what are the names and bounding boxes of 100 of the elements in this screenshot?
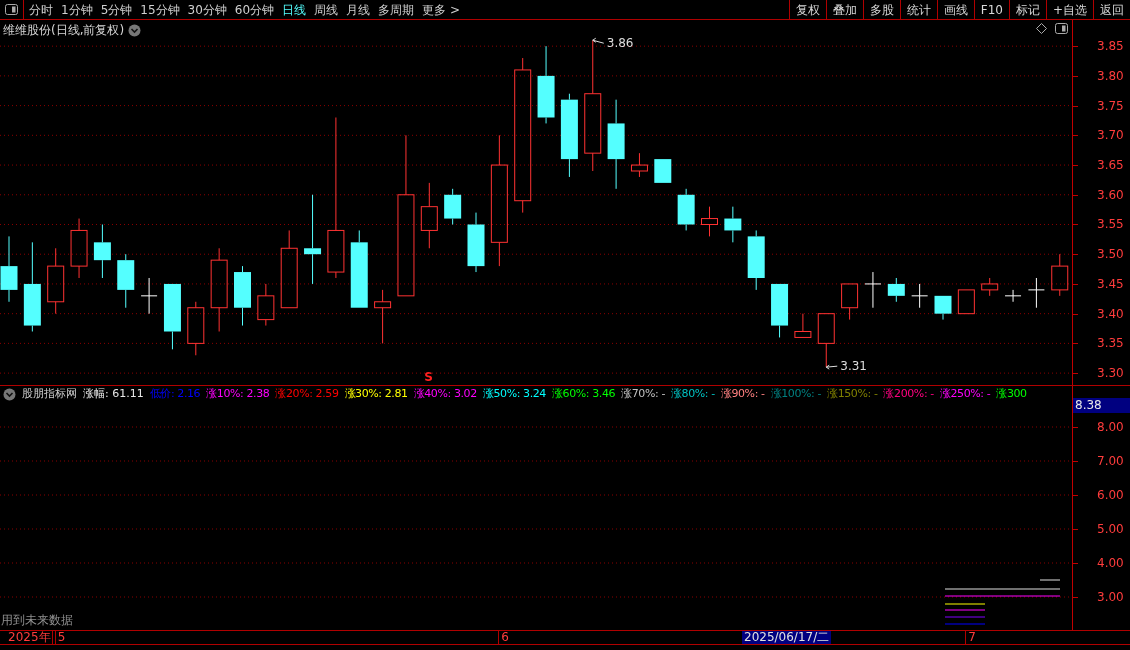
candlestick <box>47 247 65 315</box>
price-label: 3.86 <box>606 36 634 51</box>
warning-text: 用到未来数据 <box>1 612 73 629</box>
axis-label: 3.70 <box>1097 129 1124 142</box>
period-tab[interactable]: 月线 <box>346 0 371 19</box>
axis-label: 3.40 <box>1097 307 1124 320</box>
leader-line <box>825 364 838 370</box>
candlestick <box>140 277 158 315</box>
period-tab[interactable]: 1分钟 <box>61 0 93 19</box>
indicator-value: 涨100%: - <box>770 386 822 402</box>
toolbar-button[interactable]: F10 <box>973 0 1009 19</box>
axis-label: 7 <box>965 631 976 644</box>
indicator-name: 股朋指标网 <box>22 386 77 402</box>
indicator-value: 涨20%: 2.59 <box>275 386 339 402</box>
period-tab[interactable]: 60分钟 <box>234 0 275 19</box>
candlestick <box>724 206 742 243</box>
candlestick <box>1004 289 1022 303</box>
candlestick <box>957 289 975 315</box>
dropdown-icon[interactable] <box>128 23 142 37</box>
candlestick <box>817 313 835 368</box>
dropdown-icon[interactable] <box>3 387 16 401</box>
period-tab[interactable]: 更多 > <box>422 0 460 19</box>
axis-label: 3.75 <box>1097 99 1124 112</box>
axis-label: 6 <box>498 631 509 644</box>
indicator-value: 涨250%: - <box>939 386 991 402</box>
axis-label: 3.65 <box>1097 159 1124 172</box>
period-tab[interactable]: 30分钟 <box>187 0 227 19</box>
candlestick <box>747 229 765 291</box>
candlestick <box>771 283 789 338</box>
axis-label: 3.35 <box>1097 337 1124 350</box>
price-label: 3.31 <box>840 359 867 374</box>
candlestick <box>841 283 859 321</box>
axis-label: 3.80 <box>1097 69 1124 82</box>
indicator-value: 涨200%: - <box>883 386 934 402</box>
toolbar-button[interactable]: 画线 <box>936 0 974 19</box>
period-tab[interactable]: 分时 <box>29 0 53 19</box>
candlestick <box>934 295 952 321</box>
candlestick <box>374 289 392 344</box>
period-tab[interactable]: 周线 <box>314 0 339 19</box>
axis-label: 3.45 <box>1097 277 1124 290</box>
period-tab[interactable]: 5分钟 <box>100 0 133 19</box>
indicator-value: 涨300 <box>996 386 1027 402</box>
candlestick <box>187 301 205 356</box>
panel-toggle-icon[interactable] <box>5 4 18 15</box>
indicator-value: 涨10%: 2.38 <box>206 386 270 402</box>
candlestick <box>420 182 438 249</box>
candlestick <box>677 188 695 231</box>
indicator-value: 涨60%: 3.46 <box>552 386 616 402</box>
toolbar-button[interactable]: +自选 <box>1045 0 1093 19</box>
candlestick <box>1027 277 1045 309</box>
indicator-value: 涨90%: - <box>720 386 765 402</box>
candlestick <box>864 271 882 309</box>
toolbar-button[interactable]: 统计 <box>899 0 937 19</box>
indicator-value: 涨80%: - <box>670 386 715 402</box>
axis-label: 7.00 <box>1097 455 1124 467</box>
diamond-icon[interactable] <box>1036 23 1047 34</box>
toolbar-button[interactable]: 复权 <box>788 0 826 19</box>
current-value: 8.38 <box>1073 398 1130 413</box>
axis-label: 4.00 <box>1097 557 1124 569</box>
axis-label: 3.60 <box>1097 188 1124 201</box>
axis-label: 3.00 <box>1097 591 1124 603</box>
chart-title: 维维股份(日线,前复权) <box>3 22 125 39</box>
panel-toggle-icon[interactable] <box>1055 23 1068 34</box>
axis-label: 3.50 <box>1097 248 1124 261</box>
axis-label: 3.30 <box>1097 367 1124 380</box>
candlestick <box>0 235 18 303</box>
candlestick <box>444 188 462 225</box>
toolbar-button[interactable]: 叠加 <box>825 0 863 19</box>
indicator-value: 涨70%: - <box>621 386 665 402</box>
axis-label: 6.00 <box>1097 489 1124 501</box>
indicator-value: 涨幅: 61.11 <box>83 386 144 402</box>
candlestick <box>70 218 88 279</box>
indicator-value: 涨40%: 3.02 <box>413 386 477 402</box>
toolbar-button[interactable]: 多股 <box>862 0 900 19</box>
period-tab[interactable]: 15分钟 <box>140 0 180 19</box>
axis-label: 3.55 <box>1097 218 1124 231</box>
candlestick <box>117 253 135 309</box>
toolbar-button[interactable]: 返回 <box>1093 0 1130 19</box>
candlestick <box>794 313 812 338</box>
candlestick <box>257 283 275 327</box>
candlestick <box>467 212 485 273</box>
candlestick <box>93 224 111 279</box>
candlestick <box>911 283 929 309</box>
year-label: 2025年 <box>0 631 53 644</box>
indicator-value: 涨30%: 2.81 <box>344 386 408 402</box>
candlestick <box>1051 253 1069 297</box>
axis-label: 5.00 <box>1097 523 1124 535</box>
candlestick <box>887 277 905 303</box>
indicator-value: 低价: 2.16 <box>149 386 201 402</box>
axis-label: 3.85 <box>1097 40 1124 53</box>
toolbar-button[interactable]: 标记 <box>1008 0 1046 19</box>
axis-label: 8.00 <box>1097 421 1124 433</box>
candlestick <box>981 277 999 297</box>
candlestick <box>234 265 251 327</box>
candlestick <box>630 152 648 178</box>
axis-label: 5 <box>54 631 66 644</box>
indicator-value: 涨150%: - <box>827 386 878 402</box>
candlestick <box>163 283 181 350</box>
period-tab[interactable]: 多周期 <box>378 0 415 19</box>
period-tab[interactable]: 日线 <box>282 0 307 19</box>
